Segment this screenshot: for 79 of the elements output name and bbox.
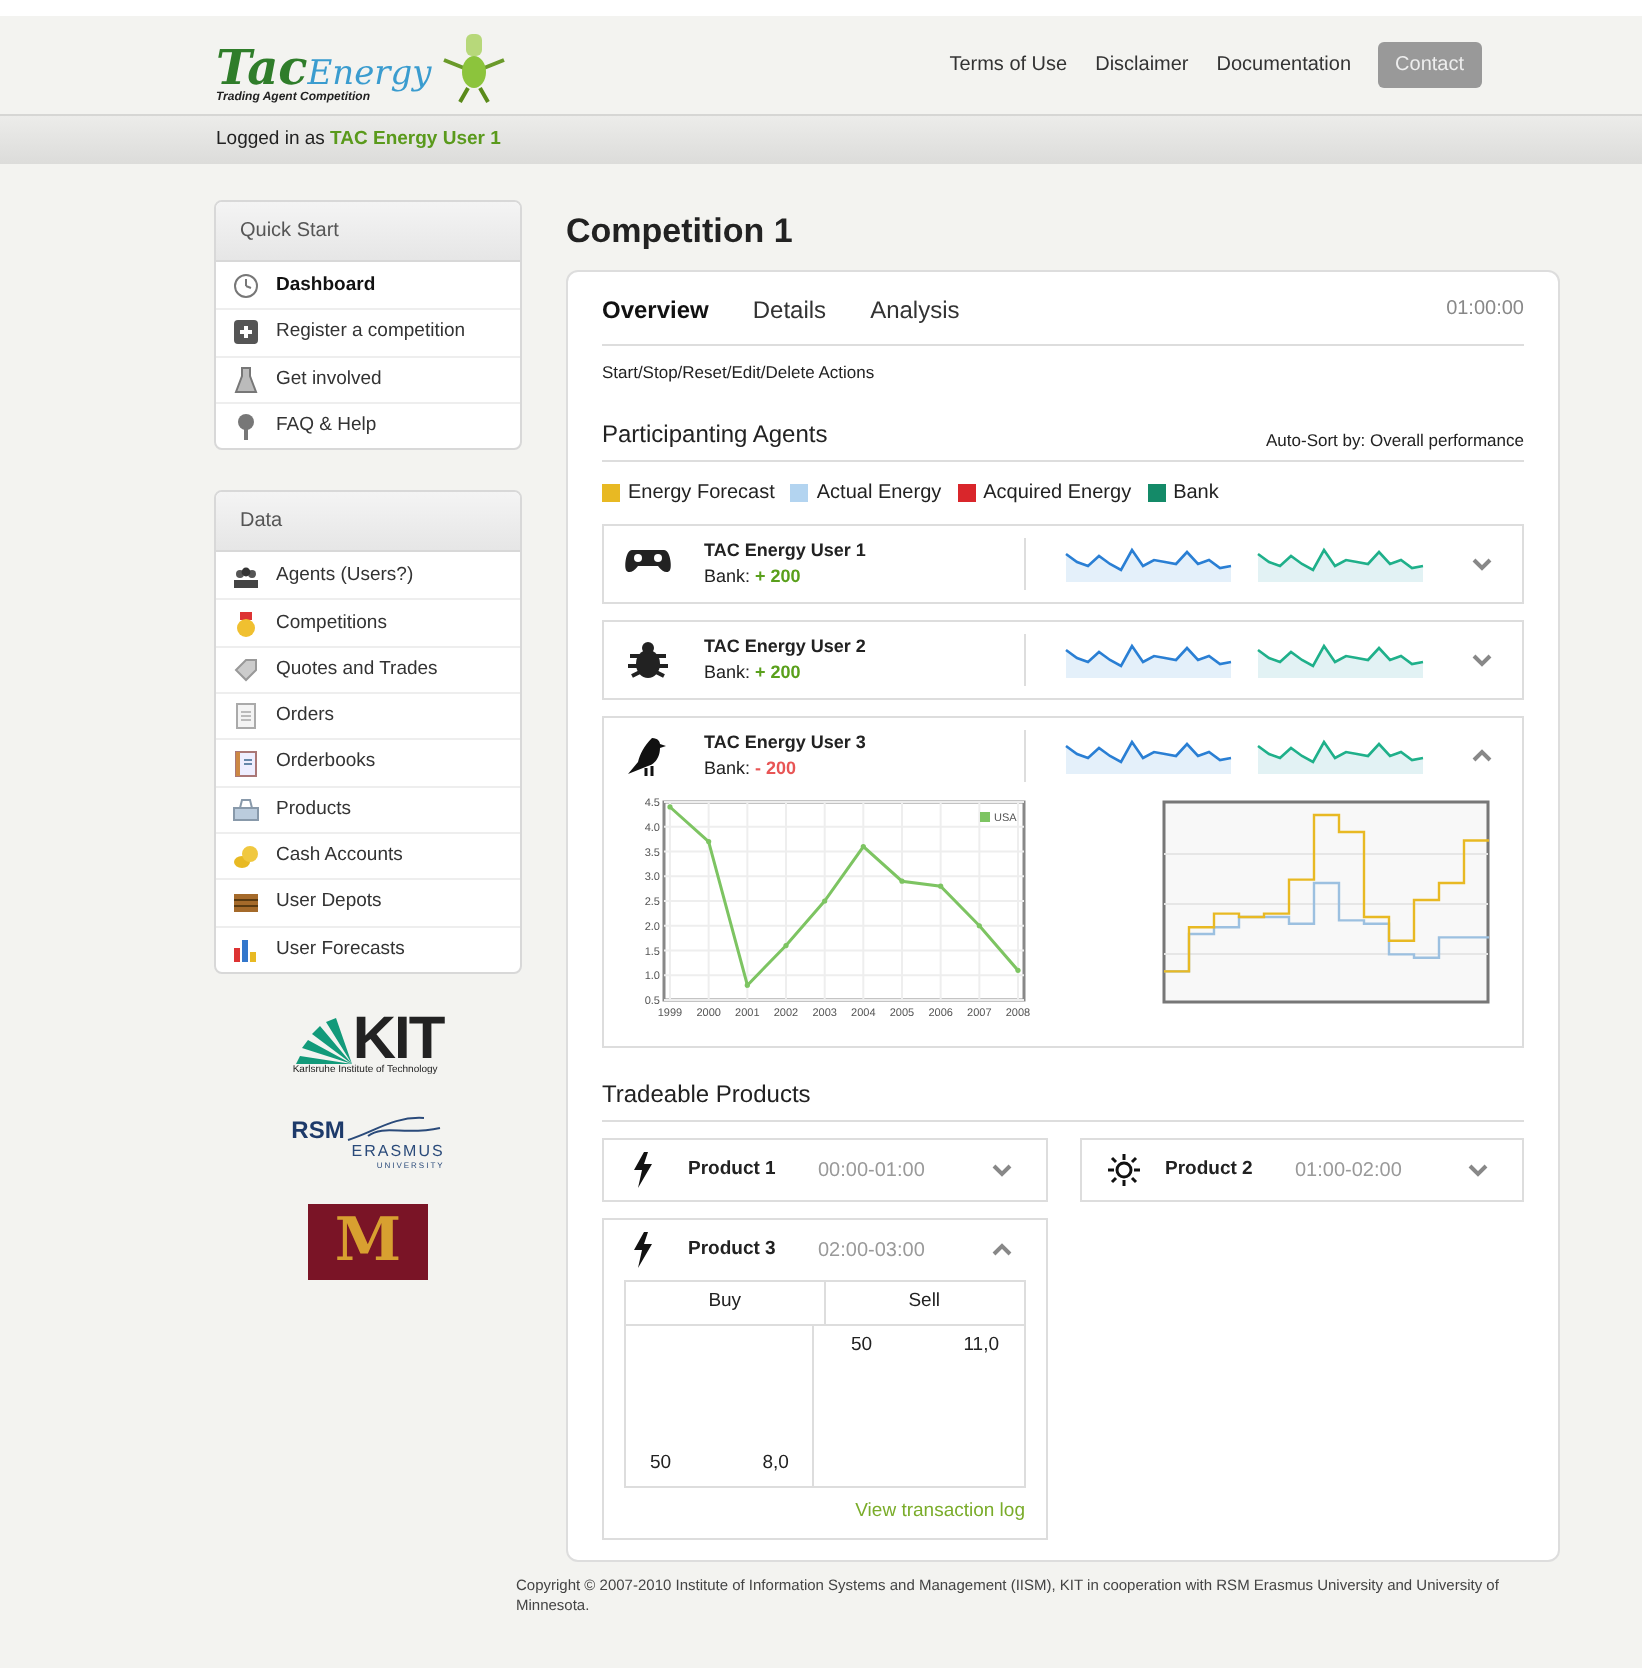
nav-link[interactable]: Terms of Use (939, 44, 1078, 86)
sort-label: Auto-Sort by: Overall performance (1266, 427, 1524, 453)
coins-icon (232, 842, 260, 871)
data-point (744, 983, 750, 989)
timer: 01:00:00 (1446, 296, 1524, 324)
data-point (706, 839, 712, 845)
sidebar-item[interactable]: User Depots (216, 878, 520, 926)
sidebar-item[interactable]: User Forecasts (216, 925, 520, 972)
tab[interactable]: Analysis (870, 291, 960, 327)
product-name: Product 1 (688, 1156, 778, 1185)
fan-icon (292, 1016, 353, 1065)
data-point (938, 884, 944, 890)
signature-icon (344, 1111, 445, 1144)
tab[interactable]: Overview (602, 291, 709, 327)
login-status: Logged in as TAC Energy User 1 (216, 125, 501, 154)
time-range: 01:00-02:00 (1295, 1157, 1402, 1186)
panel-title: Data (216, 492, 520, 553)
plus-icon (232, 318, 260, 347)
box-icon (232, 795, 260, 824)
agent-name: TAC Energy User 1 (704, 537, 868, 564)
data-point (822, 898, 828, 905)
sidebar-item[interactable]: Orders (216, 692, 520, 739)
order-value: 11,0 (963, 1331, 1000, 1359)
flask-icon (232, 365, 260, 394)
legend-label: Energy Forecast (628, 480, 775, 509)
section-heading: Tradeable Products (602, 1076, 1524, 1123)
document-icon (232, 702, 260, 731)
actions-text: Start/Stop/Reset/Edit/Delete Actions (602, 359, 877, 385)
bar-chart-icon (232, 935, 260, 964)
time-range: 02:00-03:00 (818, 1237, 925, 1266)
bug-icon (624, 638, 672, 683)
nav-link[interactable]: Disclaimer (1085, 44, 1199, 86)
data-point (976, 923, 982, 929)
bank-balance: Bank: + 200 (704, 660, 803, 687)
order-value: 8,0 (762, 1450, 789, 1479)
sidebar-item[interactable]: Dashboard (216, 262, 520, 309)
section-heading: Participanting Agents (602, 418, 828, 453)
university-logo: M (308, 1203, 428, 1280)
product-name: Product 3 (688, 1236, 778, 1265)
bank-balance: Bank: + 200 (704, 564, 803, 591)
nav-link[interactable]: Documentation (1206, 44, 1362, 86)
sidebar-item[interactable]: FAQ & Help (216, 401, 520, 449)
medal-icon (232, 609, 260, 638)
chest-icon (232, 888, 260, 917)
column-header: Sell (823, 1282, 1023, 1325)
sidebar-item[interactable]: Quotes and Trades (216, 645, 520, 693)
sidebar-item[interactable]: Agents (Users?) (216, 552, 520, 599)
order-value: 50 (650, 1450, 672, 1479)
agent-name: TAC Energy User 3 (704, 729, 868, 756)
data-point (899, 879, 905, 885)
column-header: Buy (626, 1282, 824, 1325)
page-title: Competition 1 (566, 210, 795, 254)
sidebar-item[interactable]: Orderbooks (216, 738, 520, 786)
logo-title: TacEnergy (216, 43, 432, 91)
sidebar-item[interactable]: Products (216, 785, 520, 832)
data-point (783, 943, 789, 949)
agent-name: TAC Energy User 2 (704, 633, 868, 660)
sidebar-item[interactable]: Get involved (216, 355, 520, 402)
time-range: 00:00-01:00 (818, 1157, 925, 1186)
bank-balance: Bank: - 200 (704, 756, 799, 783)
legend-swatch (980, 812, 990, 823)
clock-icon (232, 271, 260, 300)
sidebar-item[interactable]: Register a competition (216, 308, 520, 356)
product-name: Product 2 (1165, 1156, 1255, 1185)
book-icon (232, 749, 260, 778)
order-value: 50 (850, 1331, 873, 1359)
data-point (667, 804, 673, 811)
pin-icon (232, 412, 260, 441)
legend-label: Actual Energy (816, 480, 942, 509)
data-point (860, 844, 866, 850)
sidebar-item[interactable]: Cash Accounts (216, 831, 520, 879)
legend-label: Acquired Energy (983, 480, 1132, 509)
tag-icon (232, 655, 260, 684)
sun-icon (1105, 1150, 1141, 1191)
panel-title: Quick Start (216, 202, 520, 262)
legend-label: Bank (1173, 480, 1219, 509)
tab[interactable]: Details (752, 291, 827, 327)
sidebar-item[interactable]: Competitions (216, 598, 520, 646)
data-point (1015, 968, 1021, 974)
